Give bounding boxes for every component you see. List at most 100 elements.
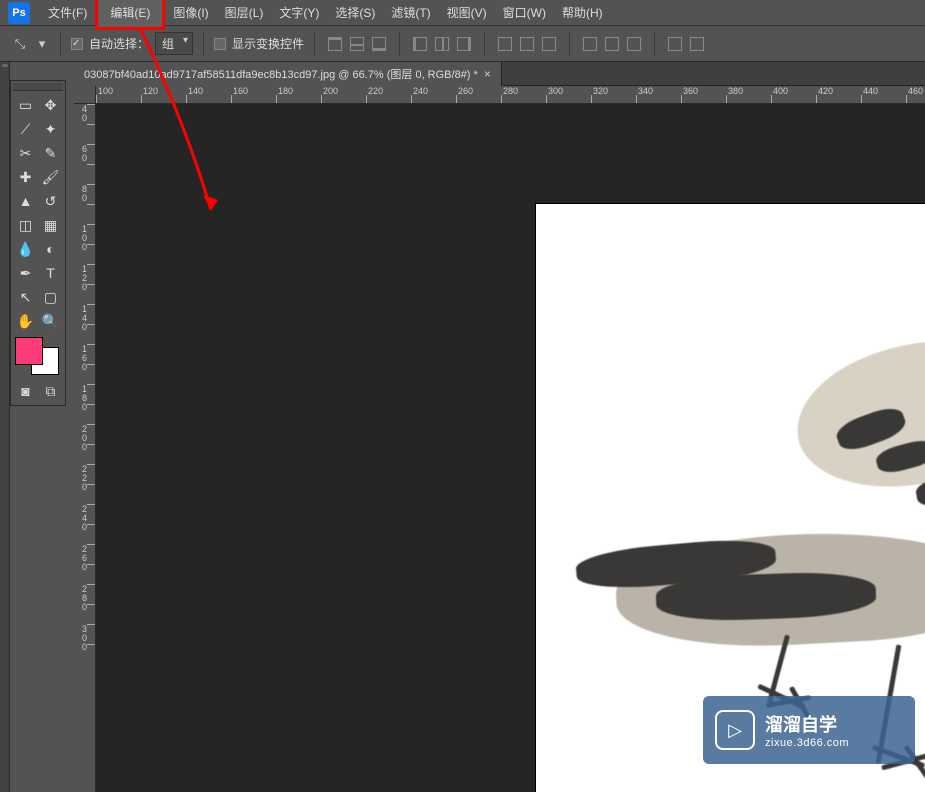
brush-tool-icon[interactable]: 🖌	[38, 165, 63, 189]
ruler-tick	[74, 244, 95, 264]
distribute-vcenter-icon[interactable]	[517, 34, 537, 54]
align-vcenter-icon[interactable]	[347, 34, 367, 54]
menu-image[interactable]: 图像(I)	[165, 0, 216, 25]
path-tool-icon[interactable]: ↖	[13, 285, 38, 309]
crop-tool-icon[interactable]: ✂	[13, 141, 38, 165]
ruler-tick: 420	[816, 86, 861, 103]
distribute-bottom-icon[interactable]	[539, 34, 559, 54]
distribute-group-1	[495, 34, 559, 54]
separator	[654, 32, 655, 56]
ruler-tick: 180	[276, 86, 321, 103]
distribute-right-icon[interactable]	[624, 34, 644, 54]
dropdown-icon[interactable]: ▾	[34, 36, 50, 52]
align-left-icon[interactable]	[410, 34, 430, 54]
blur-tool-icon[interactable]: 💧	[13, 237, 38, 261]
eraser-tool-icon[interactable]: ◫	[13, 213, 38, 237]
document-area: 03087bf40ad10ad9717af58511dfa9ec8b13cd97…	[74, 62, 925, 792]
ruler-tick	[74, 284, 95, 304]
ruler-tick: 220	[366, 86, 411, 103]
pen-tool-icon[interactable]: ✒	[13, 261, 38, 285]
distribute-hcenter-icon[interactable]	[602, 34, 622, 54]
hand-tool-icon[interactable]: ✋	[13, 309, 38, 333]
gutter-grip-icon[interactable]	[2, 64, 8, 67]
menu-edit[interactable]: 编辑(E)	[95, 0, 165, 30]
ruler-tick: 360	[681, 86, 726, 103]
separator	[60, 32, 61, 56]
foreground-color-swatch[interactable]	[15, 337, 43, 365]
menu-select[interactable]: 选择(S)	[327, 0, 383, 25]
canvas-viewport[interactable]	[96, 104, 925, 792]
show-transform-checkbox[interactable]	[214, 38, 226, 50]
toolbox-grip[interactable]	[13, 83, 63, 91]
panel-gutter	[0, 62, 10, 792]
auto-align-icon[interactable]	[665, 34, 685, 54]
ruler-tick: 60	[74, 144, 95, 164]
ruler-tick: 40	[74, 104, 95, 124]
menu-filter[interactable]: 滤镜(T)	[383, 0, 438, 25]
ruler-tick: 340	[636, 86, 681, 103]
ruler-tick: 120	[141, 86, 186, 103]
move-tool-icon[interactable]: ✥	[38, 93, 63, 117]
ruler-tick: 300	[546, 86, 591, 103]
menu-bar: Ps 文件(F) 编辑(E) 图像(I) 图层(L) 文字(Y) 选择(S) 滤…	[0, 0, 925, 26]
distribute-top-icon[interactable]	[495, 34, 515, 54]
lasso-tool-icon[interactable]: ⟋	[13, 117, 38, 141]
document-tab-bar: 03087bf40ad10ad9717af58511dfa9ec8b13cd97…	[74, 62, 925, 86]
screen-mode-icon[interactable]: ⧉	[38, 379, 63, 403]
ruler-tick: 160	[231, 86, 276, 103]
ruler-tick	[74, 404, 95, 424]
vertical-ruler: 406080100120140160180200220240260280300	[74, 104, 96, 792]
ruler-tick	[74, 364, 95, 384]
distribute-left-icon[interactable]	[580, 34, 600, 54]
dodge-tool-icon[interactable]: ◐	[38, 237, 63, 261]
ruler-tick	[74, 564, 95, 584]
marquee-tool-icon[interactable]: ▭	[13, 93, 38, 117]
ruler-tick	[74, 124, 95, 144]
align-right-icon[interactable]	[454, 34, 474, 54]
ruler-tick: 80	[74, 184, 95, 204]
menu-view[interactable]: 视图(V)	[439, 0, 495, 25]
menu-type[interactable]: 文字(Y)	[271, 0, 327, 25]
shape-tool-icon[interactable]: ▢	[38, 285, 63, 309]
options-bar: ⤡ ▾ 自动选择： 组 显示变换控件	[0, 26, 925, 62]
magic-wand-tool-icon[interactable]: ✦	[38, 117, 63, 141]
ruler-tick: 460	[906, 86, 925, 103]
close-tab-icon[interactable]: ×	[484, 67, 491, 81]
auto-align-icon2[interactable]	[687, 34, 707, 54]
ruler-tick: 160	[74, 344, 95, 364]
align-group-1	[325, 34, 389, 54]
separator	[569, 32, 570, 56]
ruler-tick: 400	[771, 86, 816, 103]
ruler-tick: 440	[861, 86, 906, 103]
healing-tool-icon[interactable]: ✚	[13, 165, 38, 189]
eyedropper-tool-icon[interactable]: ✎	[38, 141, 63, 165]
toolbox: ▭ ✥ ⟋ ✦ ✂ ✎ ✚ 🖌 ▲ ↺ ◫ ▦ 💧 ◐ ✒ T ↖ ▢ ✋ 🔍 …	[10, 80, 66, 406]
document-tab[interactable]: 03087bf40ad10ad9717af58511dfa9ec8b13cd97…	[74, 62, 502, 86]
menu-help[interactable]: 帮助(H)	[554, 0, 611, 25]
type-tool-icon[interactable]: T	[38, 261, 63, 285]
document-tab-title: 03087bf40ad10ad9717af58511dfa9ec8b13cd97…	[84, 66, 478, 82]
history-brush-tool-icon[interactable]: ↺	[38, 189, 63, 213]
auto-select-checkbox[interactable]	[71, 38, 83, 50]
ruler-tick: 220	[74, 464, 95, 484]
gradient-tool-icon[interactable]: ▦	[38, 213, 63, 237]
auto-align-group	[665, 34, 707, 54]
ruler-tick: 200	[321, 86, 366, 103]
watermark: ▷ 溜溜自学 zixue.3d66.com	[703, 696, 915, 764]
zoom-tool-icon[interactable]: 🔍	[38, 309, 63, 333]
stamp-tool-icon[interactable]: ▲	[13, 189, 38, 213]
separator	[484, 32, 485, 56]
menu-layer[interactable]: 图层(L)	[217, 0, 272, 25]
ruler-tick	[74, 324, 95, 344]
align-bottom-icon[interactable]	[369, 34, 389, 54]
separator	[399, 32, 400, 56]
ruler-tick: 200	[74, 424, 95, 444]
menu-file[interactable]: 文件(F)	[40, 0, 95, 25]
quick-mask-icon[interactable]: ◙	[13, 379, 38, 403]
auto-select-dropdown[interactable]: 组	[155, 32, 193, 55]
menu-window[interactable]: 窗口(W)	[495, 0, 554, 25]
align-hcenter-icon[interactable]	[432, 34, 452, 54]
auto-select-label: 自动选择：	[89, 35, 149, 52]
align-top-icon[interactable]	[325, 34, 345, 54]
ruler-tick	[74, 524, 95, 544]
